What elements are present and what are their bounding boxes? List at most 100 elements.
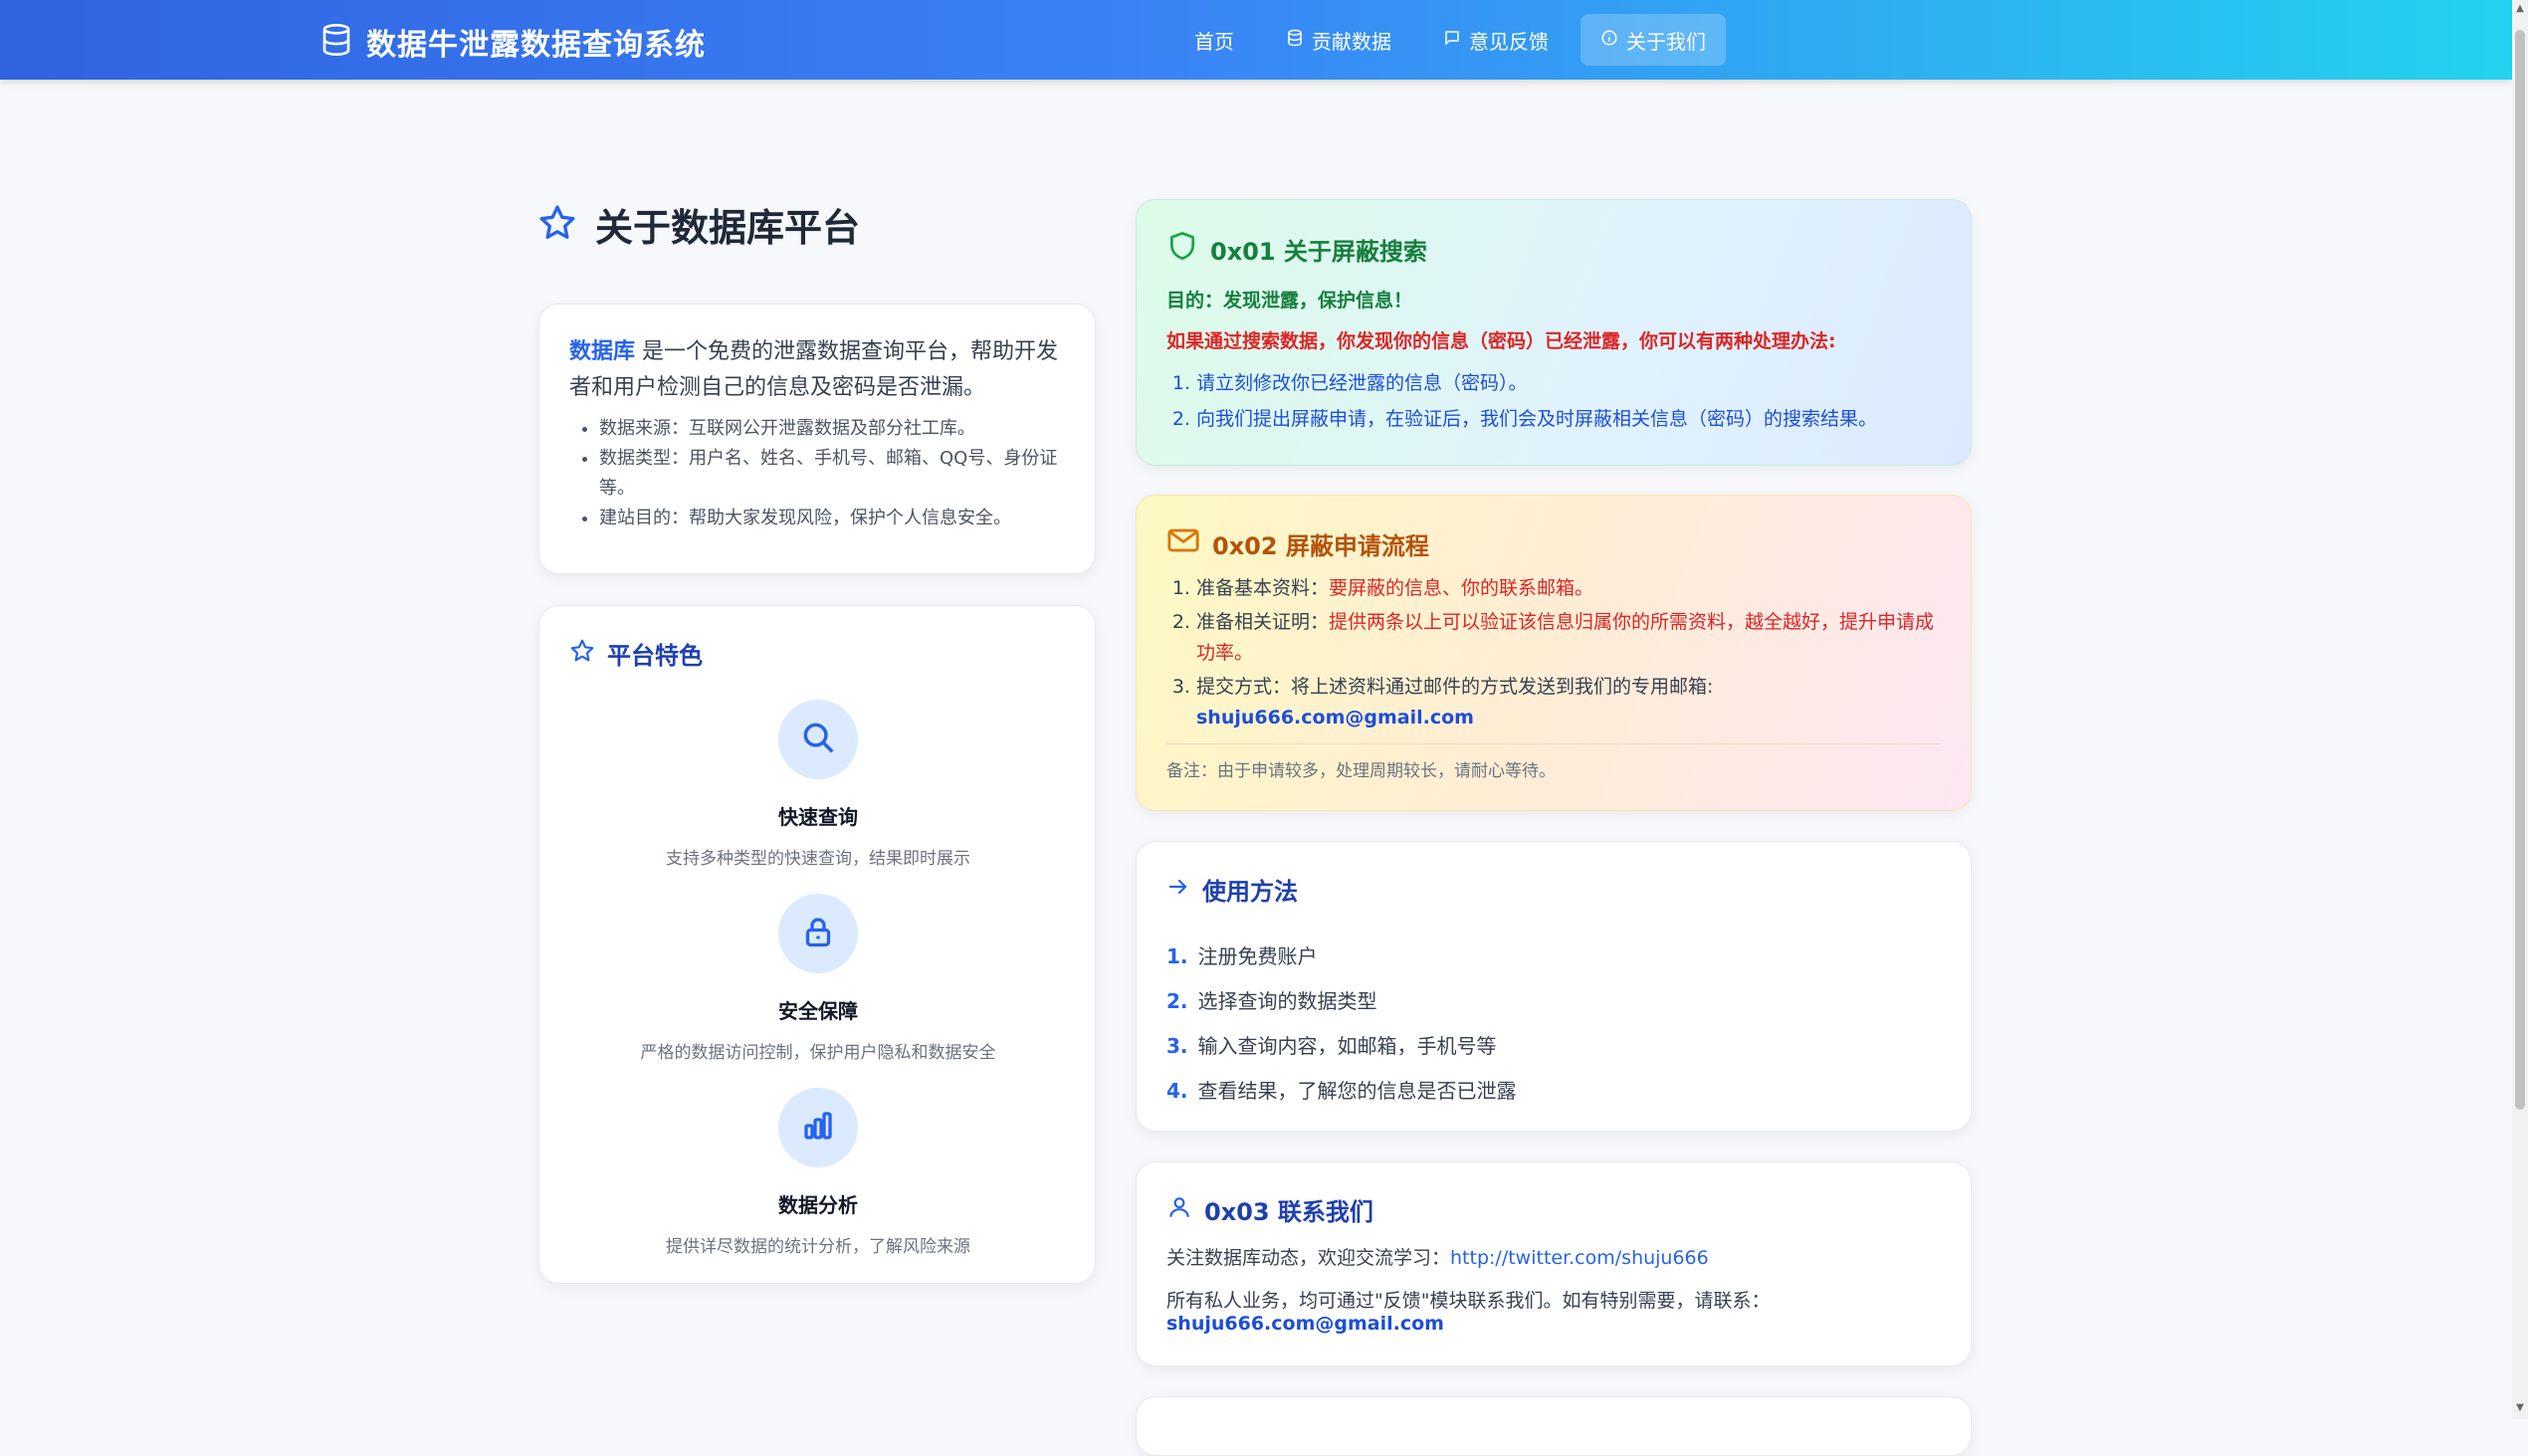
intro-highlight: 数据库 [569, 339, 636, 364]
feature-icon-circle [778, 894, 858, 973]
database-icon [1286, 28, 1304, 52]
feature-desc: 严格的数据访问控制，保护用户隐私和数据安全 [640, 1043, 996, 1063]
shield-apply-card: 0x02 屏蔽申请流程 准备基本资料：要屏蔽的信息、你的联系邮箱。 准备相关证明… [1136, 495, 1972, 811]
list-item: 3. 输入查询内容，如邮箱，手机号等 [1166, 1024, 1941, 1069]
shield-steps: 请立刻修改你已经泄露的信息（密码）。 向我们提出屏蔽申请，在验证后，我们会及时屏… [1166, 365, 1941, 437]
user-icon [1166, 1194, 1192, 1226]
list-item: 准备基本资料：要屏蔽的信息、你的联系邮箱。 [1196, 573, 1941, 604]
feature-icon-circle [778, 700, 858, 779]
list-item: 向我们提出屏蔽申请，在验证后，我们会及时屏蔽相关信息（密码）的搜索结果。 [1196, 401, 1941, 437]
nav-contribute[interactable]: 贡献数据 [1266, 14, 1411, 66]
usage-list: 1. 注册免费账户 2. 选择查询的数据类型 3. 输入查询内容，如邮箱，手机号等 4… [1166, 935, 1941, 1114]
main-nav: 首页 贡献数据 意见反馈 关于我们 [1174, 14, 1726, 66]
step-number: 3. [1166, 1034, 1188, 1058]
apply-title: 0x02 屏蔽申请流程 [1166, 525, 1941, 561]
contact-email-link[interactable]: shuju666.com@gmail.com [1166, 1313, 1444, 1335]
arrow-right-icon [1166, 875, 1190, 905]
twitter-link[interactable]: http://twitter.com/shuju666 [1450, 1247, 1709, 1269]
intro-lead: 数据库 是一个免费的泄露数据查询平台，帮助开发者和用户检测自己的信息及密码是否泄… [569, 334, 1065, 406]
step-label: 准备相关证明： [1196, 611, 1330, 633]
usage-title-text: 使用方法 [1202, 878, 1298, 906]
step-label: 准备基本资料： [1196, 577, 1330, 599]
shield-purpose: 目的：发现泄露，保护信息！ [1166, 290, 1413, 312]
list-item: 2. 选择查询的数据类型 [1166, 979, 1941, 1024]
list-item: 提交方式：将上述资料通过邮件的方式发送到我们的专用邮箱: shuju666.com… [1196, 672, 1941, 733]
scroll-thumb[interactable] [2515, 30, 2525, 1110]
shield-search-card: 0x01 关于屏蔽搜索 目的：发现泄露，保护信息！ 如果通过搜索数据，你发现你的… [1136, 199, 1972, 466]
usage-title: 使用方法 [1166, 872, 1941, 907]
lock-icon [800, 914, 836, 953]
apply-title-text: 0x02 屏蔽申请流程 [1212, 531, 1429, 560]
step-text: 输入查询内容，如邮箱，手机号等 [1197, 1034, 1497, 1058]
contact-title-text: 0x03 联系我们 [1204, 1198, 1373, 1226]
star-icon [569, 638, 595, 670]
step-number: 2. [1166, 989, 1188, 1013]
info-icon [1600, 28, 1618, 52]
bar-chart-icon [800, 1108, 836, 1147]
list-item: 1. 注册免费账户 [1166, 935, 1941, 979]
contact-line-2: 所有私人业务，均可通过"反馈"模块联系我们。如有特别需要，请联系： shuju66… [1166, 1286, 1941, 1335]
feature-title: 安全保障 [778, 999, 858, 1023]
shield-icon [1166, 230, 1198, 268]
contact-title: 0x03 联系我们 [1166, 1192, 1941, 1227]
apply-note: 备注：由于申请较多，处理周期较长，请耐心等待。 [1166, 743, 1941, 781]
database-icon [320, 22, 352, 62]
nav-home[interactable]: 首页 [1174, 14, 1254, 66]
feature-fast-query: 快速查询 支持多种类型的快速查询，结果即时展示 [539, 700, 1097, 869]
feature-security: 安全保障 严格的数据访问控制，保护用户隐私和数据安全 [539, 894, 1097, 1063]
mail-icon [1166, 525, 1200, 561]
feature-desc: 支持多种类型的快速查询，结果即时展示 [666, 849, 970, 869]
feature-icon-circle [778, 1088, 858, 1167]
nav-about[interactable]: 关于我们 [1580, 14, 1726, 66]
features-title: 平台特色 [569, 636, 1065, 671]
star-icon [537, 203, 577, 247]
contact-line-1: 关注数据库动态，欢迎交流学习：http://twitter.com/shuju6… [1166, 1243, 1941, 1270]
feature-title: 快速查询 [778, 805, 858, 829]
step-number: 1. [1166, 944, 1188, 968]
step-text: 选择查询的数据类型 [1197, 989, 1377, 1013]
contact-text: 关注数据库动态，欢迎交流学习： [1166, 1247, 1451, 1269]
step-number: 4. [1166, 1079, 1188, 1103]
contact-text: 所有私人业务，均可通过"反馈"模块联系我们。如有特别需要，请联系： [1166, 1290, 1771, 1312]
list-item: 建站目的：帮助大家发现风险，保护个人信息安全。 [599, 504, 1065, 533]
scroll-down-arrow-icon[interactable]: ▼ [2515, 1403, 2525, 1413]
usage-card: 使用方法 1. 注册免费账户 2. 选择查询的数据类型 3. 输入查询内容，如邮箱，手… [1136, 841, 1972, 1132]
page-title: 关于数据库平台 [537, 197, 860, 252]
nav-feedback[interactable]: 意见反馈 [1423, 14, 1569, 66]
step-label: 提交方式：将上述资料通过邮件的方式发送到我们的专用邮箱: [1196, 676, 1714, 698]
next-card [1136, 1396, 1972, 1456]
nav-home-label: 首页 [1194, 29, 1234, 54]
list-item: 数据来源：互联网公开泄露数据及部分社工库。 [599, 414, 1065, 444]
list-item: 数据类型：用户名、姓名、手机号、邮箱、QQ号、身份证等。 [599, 444, 1065, 504]
list-item: 4. 查看结果，了解您的信息是否已泄露 [1166, 1069, 1941, 1114]
nav-about-label: 关于我们 [1626, 29, 1706, 54]
list-item: 准备相关证明：提供两条以上可以验证该信息归属你的所需资料，越全越好，提升申请成功… [1196, 607, 1941, 669]
brand[interactable]: 数据牛泄露数据查询系统 [320, 20, 706, 64]
step-value: 要屏蔽的信息、你的联系邮箱。 [1329, 577, 1594, 599]
list-item: 请立刻修改你已经泄露的信息（密码）。 [1196, 365, 1941, 401]
step-text: 注册免费账户 [1197, 944, 1318, 968]
shield-warning: 如果通过搜索数据，你发现你的信息（密码）已经泄露，你可以有两种处理办法: [1166, 330, 1836, 352]
scroll-up-arrow-icon[interactable]: ▲ [2515, 4, 2525, 14]
step-text: 查看结果，了解您的信息是否已泄露 [1197, 1079, 1517, 1103]
intro-list: 数据来源：互联网公开泄露数据及部分社工库。 数据类型：用户名、姓名、手机号、邮箱… [569, 414, 1065, 533]
features-title-text: 平台特色 [607, 642, 703, 670]
page-title-text: 关于数据库平台 [595, 206, 861, 250]
search-icon [799, 719, 837, 760]
feature-desc: 提供详尽数据的统计分析，了解风险来源 [666, 1237, 970, 1257]
nav-contribute-label: 贡献数据 [1312, 29, 1391, 54]
message-icon [1443, 28, 1461, 52]
brand-title: 数据牛泄露数据查询系统 [366, 28, 706, 63]
shield-title-text: 0x01 关于屏蔽搜索 [1210, 237, 1427, 266]
apply-steps: 准备基本资料：要屏蔽的信息、你的联系邮箱。 准备相关证明：提供两条以上可以验证该… [1166, 573, 1941, 733]
feature-title: 数据分析 [778, 1193, 858, 1217]
features-card: 平台特色 快速查询 支持多种类型的快速查询，结果即时展示 安全保障 严格的数据访… [538, 605, 1096, 1284]
shield-title: 0x01 关于屏蔽搜索 [1166, 230, 1941, 268]
contact-card: 0x03 联系我们 关注数据库动态，欢迎交流学习：http://twitter.… [1136, 1161, 1972, 1366]
intro-card: 数据库 是一个免费的泄露数据查询平台，帮助开发者和用户检测自己的信息及密码是否泄… [538, 304, 1096, 574]
top-navbar: 数据牛泄露数据查询系统 首页 贡献数据 意见反馈 关于我们 [0, 0, 2512, 80]
page-scrollbar[interactable]: ▲ ▼ [2512, 0, 2528, 1419]
nav-feedback-label: 意见反馈 [1469, 29, 1549, 54]
apply-email-link[interactable]: shuju666.com@gmail.com [1196, 707, 1474, 728]
feature-analysis: 数据分析 提供详尽数据的统计分析，了解风险来源 [539, 1088, 1097, 1257]
